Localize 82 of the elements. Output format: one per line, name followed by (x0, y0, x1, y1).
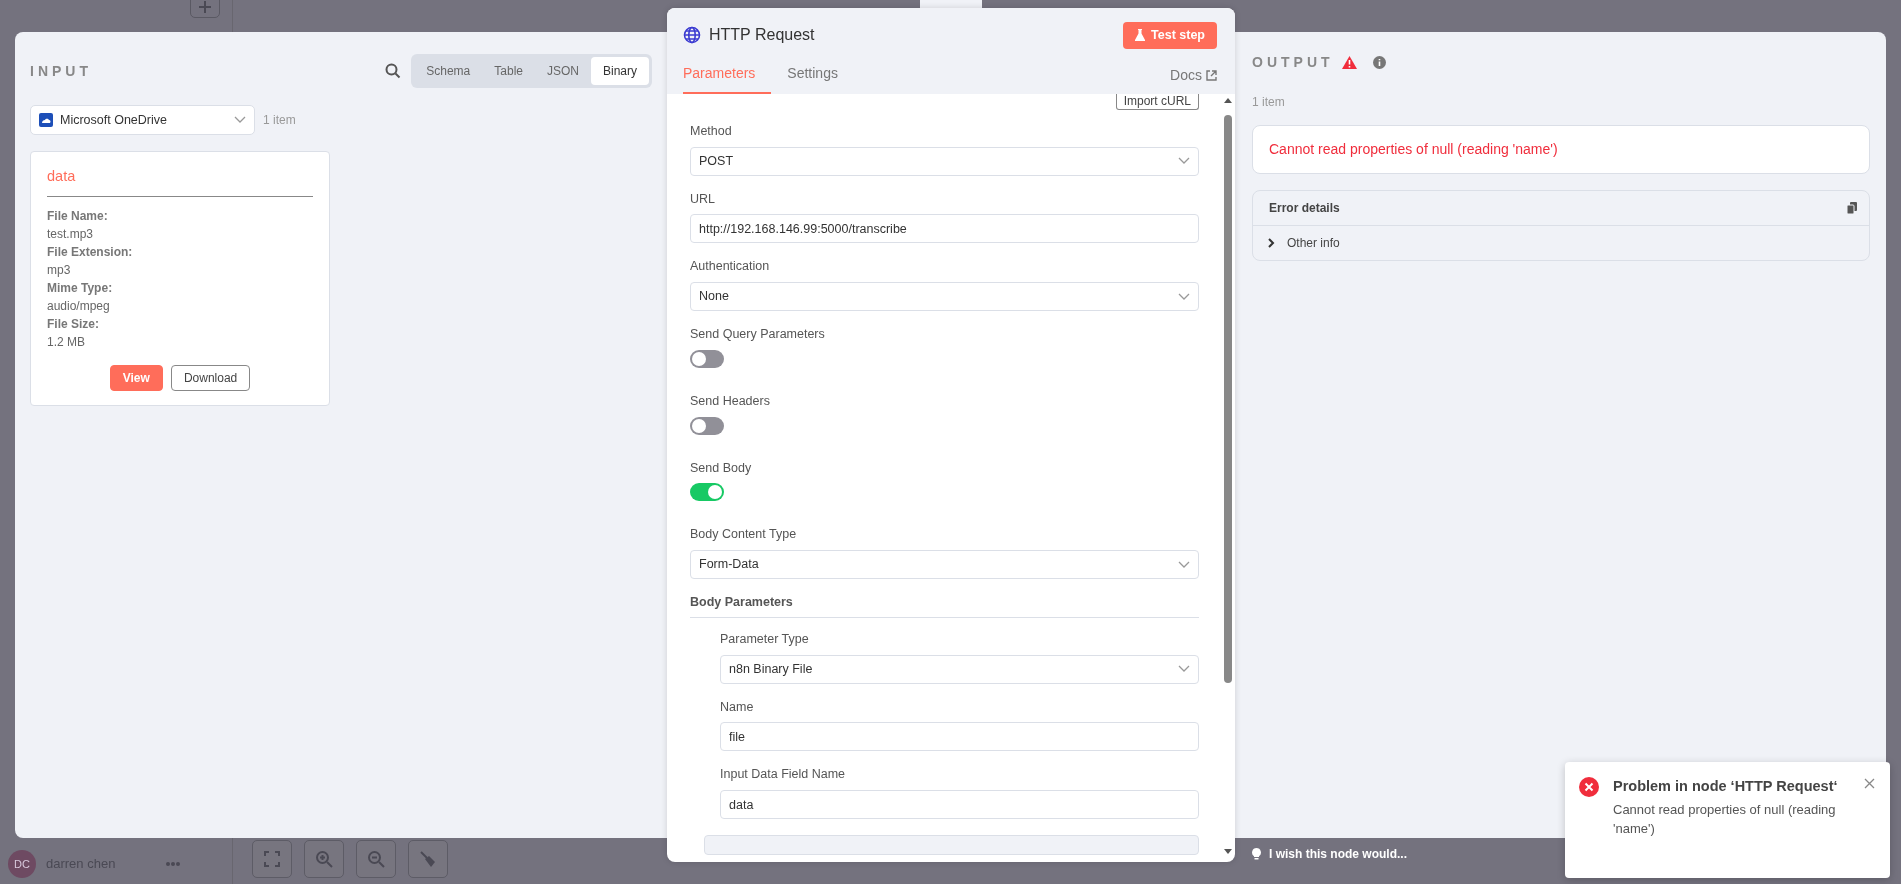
field-value: mp3 (47, 261, 72, 279)
fit-view-button[interactable] (252, 840, 292, 878)
panel-title: INPUT (30, 61, 92, 81)
docs-link[interactable]: Docs (1170, 64, 1217, 94)
field-label: Authentication (690, 258, 771, 276)
chevron-down-icon (1178, 157, 1190, 165)
select-field[interactable]: POST (690, 146, 1199, 176)
toggle-switch[interactable] (690, 483, 724, 502)
scrollbar-thumb[interactable] (1224, 114, 1232, 683)
close-button[interactable] (1863, 776, 1876, 790)
field-label: Send Body (690, 459, 753, 477)
globe-icon (683, 26, 701, 45)
field-label: File Extension: (47, 243, 134, 261)
field-value: test.mp3 (47, 225, 95, 243)
view-tab[interactable]: Schema (414, 57, 483, 85)
cloud-icon (39, 113, 53, 127)
view-tab[interactable]: JSON (534, 57, 591, 85)
zoom-in-button[interactable] (304, 840, 344, 878)
error-icon (1579, 777, 1599, 797)
plus-icon (198, 0, 212, 14)
view-tab[interactable]: Table (482, 57, 535, 85)
section-heading: Body Parameters (690, 593, 1199, 618)
field-label: Send Headers (690, 392, 771, 410)
node-title: HTTP Request (709, 25, 816, 46)
warning-icon (1341, 56, 1357, 69)
broom-button[interactable] (408, 840, 448, 878)
zoom-in-icon (315, 850, 333, 868)
source-dropdown[interactable]: Microsoft OneDrive (30, 105, 255, 135)
field-label: Name (720, 698, 755, 716)
input-field[interactable]: file (720, 722, 1199, 752)
user-avatar[interactable]: DC (8, 850, 36, 878)
input-field[interactable]: http://192.168.146.99:5000/transcribe (690, 214, 1199, 244)
chevron-down-icon (1178, 665, 1190, 673)
view-tab[interactable]: Binary (591, 57, 649, 85)
input-field[interactable]: data (720, 790, 1199, 819)
field-label: Send Query Parameters (690, 326, 826, 343)
feedback-hint[interactable]: I wish this node would... (1269, 845, 1407, 863)
select-field[interactable]: n8n Binary File (720, 654, 1199, 684)
panel-tab[interactable]: Settings (771, 58, 854, 94)
info-icon[interactable] (1372, 56, 1386, 69)
toast-title: Problem in node ‘HTTP Request‘ (1613, 777, 1839, 796)
flask-icon (1135, 29, 1146, 42)
panel-title: OUTPUT (1252, 53, 1334, 72)
error-message: Cannot read properties of null (reading 'name') (1252, 125, 1870, 174)
field-label: File Name: (47, 207, 109, 225)
external-link-icon (1206, 69, 1217, 81)
scroll-up-icon[interactable] (1224, 97, 1232, 103)
field-label: Mime Type: (47, 279, 114, 297)
add-button[interactable] (190, 0, 220, 18)
more-icon[interactable] (165, 861, 182, 867)
search-icon[interactable] (385, 63, 402, 79)
copy-icon[interactable] (1847, 202, 1857, 214)
field-label: File Size: (47, 315, 100, 333)
zoom-out-button[interactable] (356, 840, 396, 878)
field-label: Parameter Type (720, 630, 810, 648)
field-label: Input Data Field Name (720, 766, 847, 784)
select-field[interactable]: Form-Data (690, 550, 1199, 579)
field-label: URL (690, 190, 716, 208)
item-count: 1 item (263, 112, 296, 129)
field-label: Method (690, 122, 733, 140)
binary-title: data (47, 166, 313, 197)
toggle-switch[interactable] (690, 416, 724, 435)
select-field[interactable]: None (690, 282, 1199, 311)
download-button[interactable]: Download (170, 364, 251, 391)
broom-icon (419, 850, 437, 868)
lightbulb-icon (1252, 848, 1261, 860)
toast-message: Cannot read properties of null (reading 'name') (1613, 801, 1837, 838)
field-label: Body Content Type (690, 526, 798, 544)
chevron-down-icon (234, 116, 246, 124)
collapsible-row[interactable]: Other info (1253, 226, 1354, 260)
fit-view-icon (263, 850, 281, 868)
chevron-down-icon (1178, 560, 1190, 569)
chevron-down-icon (1178, 292, 1190, 301)
drag-handle[interactable] (920, 0, 982, 8)
item-count: 1 item (1252, 94, 1286, 111)
error-details-title: Error details (1269, 200, 1340, 217)
scroll-down-icon[interactable] (1224, 849, 1232, 854)
field-value: audio/mpeg (47, 297, 111, 315)
close-icon (1864, 777, 1876, 789)
field-value: 1.2 MB (47, 333, 86, 351)
zoom-out-icon (367, 850, 385, 868)
toggle-switch[interactable] (690, 349, 724, 368)
